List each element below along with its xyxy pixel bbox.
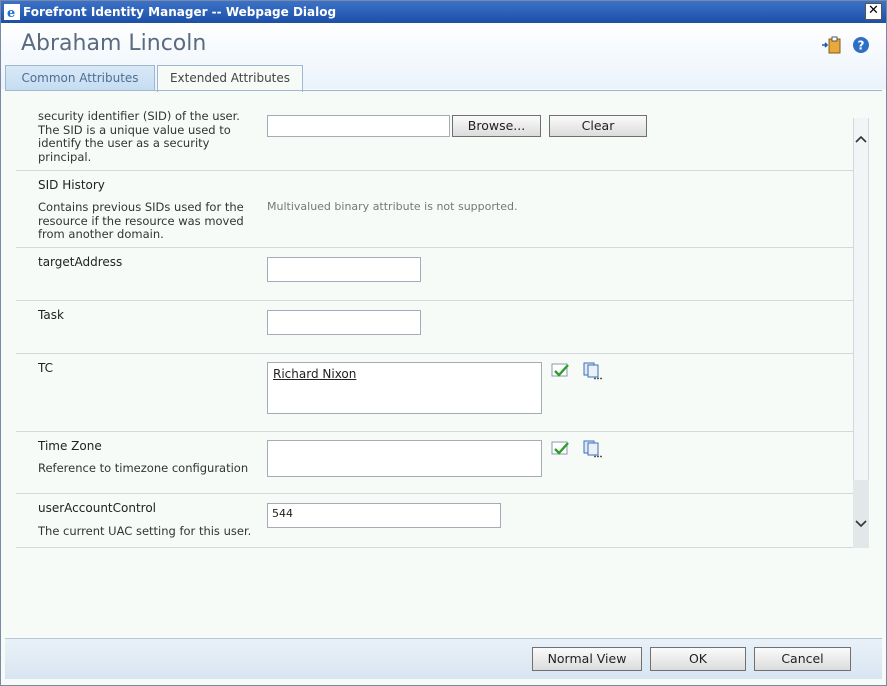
help-icon[interactable]: ? <box>851 35 871 55</box>
sid-history-row: SID History Contains previous SIDs used … <box>16 171 854 248</box>
tc-reference-box[interactable]: Richard Nixon <box>267 362 542 414</box>
tab-common-attributes[interactable]: Common Attributes <box>5 65 155 91</box>
window-title: Forefront Identity Manager -- Webpage Di… <box>23 5 337 19</box>
time-zone-description: Reference to timezone configuration <box>38 461 249 475</box>
sid-desc-line: security identifier (SID) of the user. <box>38 109 240 123</box>
vertical-scrollbar[interactable] <box>853 118 869 548</box>
sid-history-description: Contains previous SIDs used for the reso… <box>38 200 253 242</box>
attributes-panel: security identifier (SID) of the user. T… <box>16 97 854 549</box>
page-title: Abraham Lincoln <box>21 31 207 56</box>
dialog-window: e Forefront Identity Manager -- Webpage … <box>0 0 887 686</box>
user-account-control-input[interactable]: 544 <box>267 503 501 528</box>
tc-row: TC Richard Nixon <box>16 354 854 432</box>
target-address-label: targetAddress <box>38 255 123 269</box>
sid-row: security identifier (SID) of the user. T… <box>16 97 854 171</box>
scroll-thumb[interactable] <box>853 118 869 480</box>
sid-history-desc-line: Contains previous SIDs used for the <box>38 200 244 214</box>
svg-text:?: ? <box>858 39 865 53</box>
task-input[interactable] <box>267 310 421 335</box>
sid-desc-line: principal. <box>38 149 92 164</box>
sid-history-note: Multivalued binary attribute is not supp… <box>267 200 518 213</box>
target-address-row: targetAddress <box>16 248 854 301</box>
clear-button[interactable]: Clear <box>549 115 647 137</box>
tc-reference-link[interactable]: Richard Nixon <box>273 367 356 381</box>
cancel-button[interactable]: Cancel <box>754 647 851 671</box>
close-button[interactable]: ✕ <box>865 3 882 20</box>
user-account-control-row: userAccountControl The current UAC setti… <box>16 494 854 548</box>
sid-history-desc-line: resource if the resource was moved <box>38 213 244 228</box>
ie-icon: e <box>4 4 20 20</box>
sid-history-label: SID History <box>38 178 105 192</box>
sid-description: security identifier (SID) of the user. T… <box>38 109 253 164</box>
clipboard-icon[interactable] <box>821 35 841 55</box>
target-address-input[interactable] <box>267 257 421 282</box>
sid-desc-line: identify the user as a security <box>38 136 210 150</box>
scroll-down-icon[interactable] <box>853 513 869 535</box>
validate-check-icon[interactable] <box>551 440 571 458</box>
browse-list-icon[interactable] <box>582 362 602 380</box>
time-zone-reference-box[interactable] <box>267 440 542 477</box>
browse-list-icon[interactable] <box>582 440 602 458</box>
scroll-up-icon[interactable] <box>853 128 869 150</box>
task-row: Task <box>16 301 854 354</box>
tab-extended-attributes[interactable]: Extended Attributes <box>157 65 303 92</box>
dialog-footer: Normal View OK Cancel <box>5 639 882 679</box>
normal-view-button[interactable]: Normal View <box>532 647 642 671</box>
sid-file-input[interactable] <box>267 115 450 137</box>
sid-desc-line: The SID is a unique value used to <box>38 122 231 137</box>
user-account-control-label: userAccountControl <box>38 501 157 515</box>
time-zone-label: Time Zone <box>38 439 102 453</box>
svg-text:e: e <box>7 6 15 20</box>
sid-history-desc-line: from another domain. <box>38 227 164 241</box>
task-label: Task <box>38 308 64 322</box>
user-account-control-description: The current UAC setting for this user. <box>38 524 252 538</box>
ok-button[interactable]: OK <box>650 647 746 671</box>
title-bar: e Forefront Identity Manager -- Webpage … <box>1 1 886 23</box>
time-zone-row: Time Zone Reference to timezone configur… <box>16 432 854 494</box>
validate-check-icon[interactable] <box>551 362 571 380</box>
browse-button[interactable]: Browse... <box>452 115 541 137</box>
tc-label: TC <box>38 361 54 375</box>
